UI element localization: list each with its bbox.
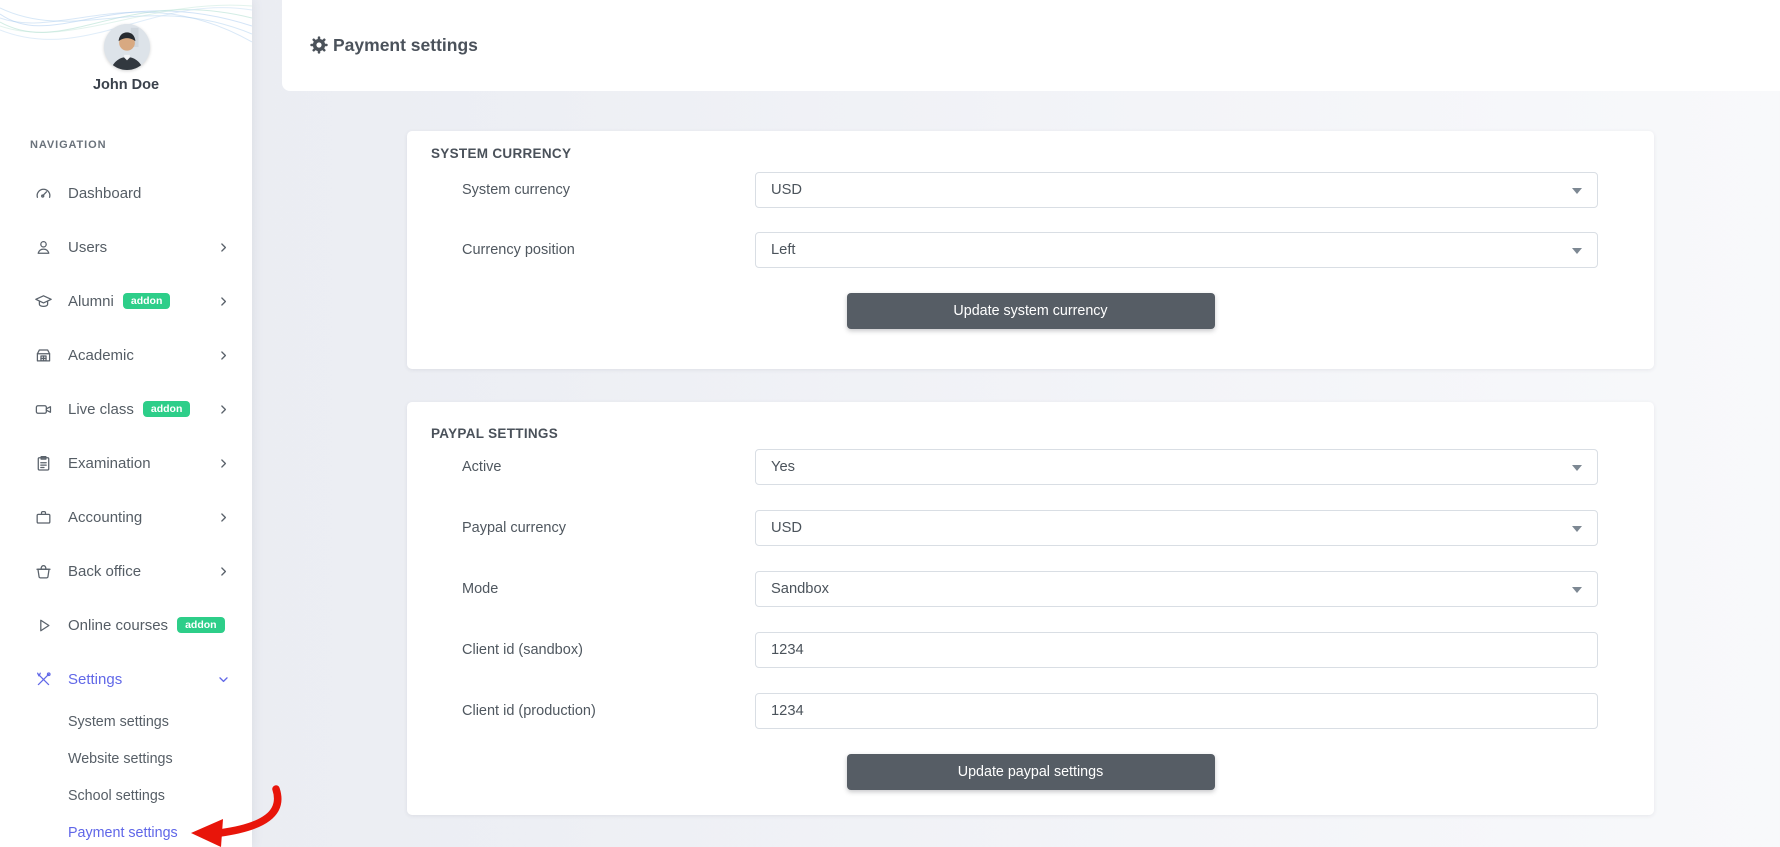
form-row: Mode Sandbox (462, 571, 1598, 607)
page-header: Payment settings (282, 0, 1780, 91)
sidebar-item-label: Users (68, 238, 108, 256)
paypal-settings-card: PAYPAL SETTINGS Active Yes Paypal currency… (407, 402, 1654, 815)
update-system-currency-button[interactable]: Update system currency (846, 293, 1215, 329)
update-paypal-settings-button[interactable]: Update paypal settings (846, 754, 1215, 790)
sidebar-item-users[interactable]: Users (0, 220, 252, 274)
caret-down-icon (1572, 248, 1582, 254)
chevron-right-icon (217, 349, 230, 362)
chevron-right-icon (217, 511, 230, 524)
card-title: SYSTEM CURRENCY (431, 146, 572, 161)
user-icon (33, 237, 53, 257)
sidebar-item-label: Back office (68, 562, 142, 580)
tools-icon (33, 669, 53, 689)
sidebar-subitem-system-settings[interactable]: System settings (0, 703, 252, 740)
button-row: Update system currency (407, 293, 1654, 329)
basket-icon (33, 561, 53, 581)
sidebar-nav: Dashboard Users Alumni addon Academic Live cl… (0, 166, 252, 706)
caret-down-icon (1572, 188, 1582, 194)
sidebar-item-label: Alumni (68, 292, 114, 310)
avatar[interactable] (104, 24, 150, 70)
sidebar-item-settings[interactable]: Settings (0, 652, 252, 706)
sidebar-item-label: Accounting (68, 508, 143, 526)
sidebar-item-alumni[interactable]: Alumni addon (0, 274, 252, 328)
sidebar: John Doe NAVIGATION Dashboard Users Alumni… (0, 0, 252, 847)
sidebar-item-label: Live class (68, 400, 134, 418)
field-label: Mode (462, 581, 499, 597)
select-value: Sandbox (771, 581, 829, 597)
chevron-right-icon (217, 295, 230, 308)
client-id-sandbox-input[interactable] (755, 632, 1598, 668)
active-select[interactable]: Yes (755, 449, 1598, 485)
sidebar-item-examination[interactable]: Examination (0, 436, 252, 490)
mode-select[interactable]: Sandbox (755, 571, 1598, 607)
form-row: Client id (production) (462, 693, 1598, 729)
sidebar-item-label: Academic (68, 346, 134, 364)
form-row: Paypal currency USD (462, 510, 1598, 546)
sidebar-subitem-payment-settings[interactable]: Payment settings (0, 814, 252, 847)
field-label: Client id (sandbox) (462, 642, 583, 658)
card-form: System currency USD Currency position Left U… (407, 172, 1654, 329)
school-icon (33, 345, 53, 365)
select-value: Left (771, 242, 796, 258)
sidebar-subitem-school-settings[interactable]: School settings (0, 777, 252, 814)
sidebar-item-live-class[interactable]: Live class addon (0, 382, 252, 436)
form-row: Active Yes (462, 449, 1598, 485)
subitem-label: System settings (68, 713, 169, 730)
chevron-right-icon (217, 457, 230, 470)
sidebar-subitem-website-settings[interactable]: Website settings (0, 740, 252, 777)
clipboard-icon (33, 453, 53, 473)
page-title: Payment settings (333, 35, 478, 55)
sidebar-item-academic[interactable]: Academic (0, 328, 252, 382)
subitem-label: Payment settings (68, 824, 178, 841)
sidebar-item-back-office[interactable]: Back office (0, 544, 252, 598)
caret-down-icon (1572, 465, 1582, 471)
nav-section-label: NAVIGATION (30, 139, 107, 151)
settings-subnav: System settings Website settings School se… (0, 703, 252, 847)
system-currency-select[interactable]: USD (755, 172, 1598, 208)
sidebar-item-label: Settings (68, 670, 123, 688)
addon-badge: addon (142, 400, 191, 418)
select-value: USD (771, 182, 803, 198)
sidebar-item-label: Dashboard (68, 184, 142, 202)
card-form: Active Yes Paypal currency USD Mode Sandbox Cl… (407, 449, 1654, 790)
sidebar-item-online-courses[interactable]: Online courses addon (0, 598, 252, 652)
chevron-right-icon (217, 241, 230, 254)
select-value: USD (771, 520, 803, 536)
grad-cap-icon (33, 291, 53, 311)
user-name: John Doe (92, 77, 160, 93)
chevron-right-icon (217, 565, 230, 578)
currency-position-select[interactable]: Left (755, 232, 1598, 268)
caret-down-icon (1572, 526, 1582, 532)
client-id-production-input[interactable] (755, 693, 1598, 729)
caret-down-icon (1572, 587, 1582, 593)
select-value: Yes (771, 459, 795, 475)
card-title: PAYPAL SETTINGS (431, 426, 559, 441)
addon-badge: addon (177, 616, 225, 634)
chevron-down-icon (217, 673, 230, 686)
subitem-label: Website settings (68, 750, 173, 767)
chevron-right-icon (217, 403, 230, 416)
form-row: Currency position Left (462, 232, 1598, 268)
field-label: Currency position (462, 242, 575, 258)
video-icon (33, 399, 53, 419)
sidebar-item-dashboard[interactable]: Dashboard (0, 166, 252, 220)
form-row: Client id (sandbox) (462, 632, 1598, 668)
subitem-label: School settings (68, 787, 165, 804)
form-row: System currency USD (462, 172, 1598, 208)
addon-badge: addon (122, 292, 171, 310)
play-icon (33, 615, 53, 635)
briefcase-icon (33, 507, 53, 527)
button-row: Update paypal settings (407, 754, 1654, 790)
field-label: Active (462, 459, 502, 475)
sidebar-item-label: Online courses (68, 616, 169, 634)
gauge-icon (33, 183, 53, 203)
sidebar-item-accounting[interactable]: Accounting (0, 490, 252, 544)
field-label: Client id (production) (462, 703, 596, 719)
sidebar-item-label: Examination (68, 454, 151, 472)
system-currency-card: SYSTEM CURRENCY System currency USD Curren… (407, 131, 1654, 369)
field-label: System currency (462, 182, 570, 198)
paypal-currency-select[interactable]: USD (755, 510, 1598, 546)
gear-icon (310, 36, 328, 54)
field-label: Paypal currency (462, 520, 566, 536)
